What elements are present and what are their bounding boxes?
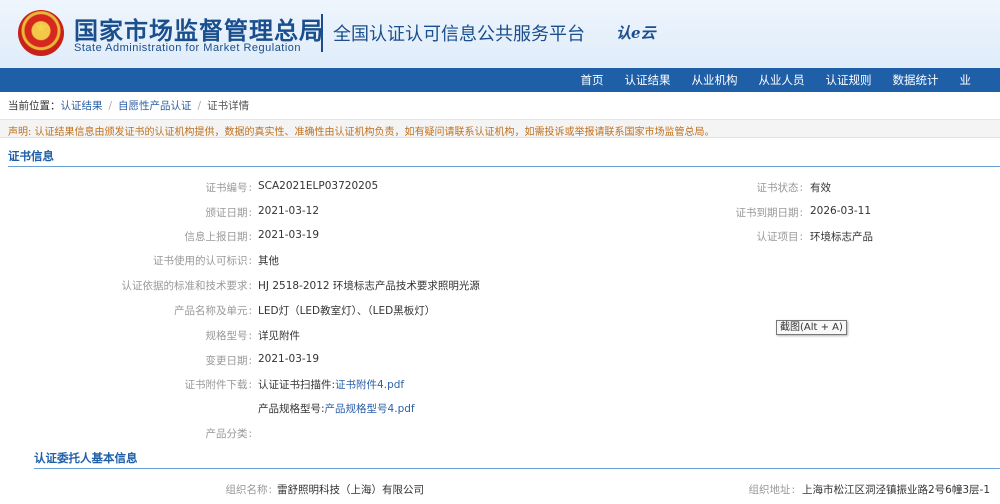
breadcrumb-separator: / xyxy=(197,100,202,112)
breadcrumb-cert-results[interactable]: 认证结果 xyxy=(61,100,103,112)
value-attachment-scan: 认证证书扫描件:证书附件4.pdf xyxy=(258,379,405,391)
screenshot-tooltip: 截图(Alt + A) xyxy=(776,320,847,335)
section-divider xyxy=(8,166,1000,167)
label-product: 产品名称及单元: xyxy=(173,305,252,317)
breadcrumb-current: 证书详情 xyxy=(207,100,250,112)
label-cert-no: 证书编号: xyxy=(205,182,252,194)
breadcrumb-prefix: 当前位置： xyxy=(8,100,61,112)
nav-home[interactable]: 首页 xyxy=(572,68,613,92)
value-change-date: 2021-03-19 xyxy=(258,353,320,365)
site-subtitle: State Administration for Market Regulati… xyxy=(74,42,302,54)
renyun-logo: 认e云 xyxy=(616,24,656,42)
label-model: 规格型号: xyxy=(205,330,252,342)
site-header: ★ 国家市场监督管理总局 State Administration for Ma… xyxy=(0,0,1000,68)
value-accreditation-mark: 其他 xyxy=(258,255,279,267)
link-cert-attachment[interactable]: 证书附件4.pdf xyxy=(335,379,404,391)
label-org-address: 组织地址: xyxy=(748,484,795,496)
value-issue-date: 2021-03-12 xyxy=(258,205,320,217)
value-org-address: 上海市松江区洞泾镇振业路2号6幢3层-1 xyxy=(802,484,991,496)
breadcrumb: 当前位置：认证结果 / 自愿性产品认证 / 证书详情 xyxy=(8,98,249,113)
site-title[interactable]: 国家市场监督管理总局 xyxy=(74,11,324,46)
section-cert-info: 证书信息 xyxy=(8,149,54,163)
nav-cert-rules[interactable]: 认证规则 xyxy=(817,68,881,92)
label-standard: 认证依据的标准和技术要求: xyxy=(121,280,252,292)
nav-institutions[interactable]: 从业机构 xyxy=(683,68,747,92)
national-emblem-icon: ★ xyxy=(18,10,64,56)
section-client-info: 认证委托人基本信息 xyxy=(34,451,138,465)
value-standard: HJ 2518-2012 环境标志产品技术要求照明光源 xyxy=(258,280,480,292)
value-report-date: 2021-03-19 xyxy=(258,229,320,241)
platform-title[interactable]: 全国认证认可信息公共服务平台 xyxy=(333,20,585,46)
disclaimer-text: 声明: 认证结果信息由颁发证书的认证机构提供，数据的真实性、准确性由认证机构负责… xyxy=(8,127,715,138)
nav-statistics[interactable]: 数据统计 xyxy=(884,68,948,92)
label-issue-date: 颁证日期: xyxy=(205,207,252,219)
value-product: LED灯（LED教室灯）、（LED黑板灯） xyxy=(258,305,436,317)
value-expire-date: 2026-03-11 xyxy=(810,205,872,217)
header-divider xyxy=(321,14,323,52)
label-report-date: 信息上报日期: xyxy=(184,231,252,243)
label-project: 认证项目: xyxy=(756,231,803,243)
link-model-attachment[interactable]: 产品规格型号4.pdf xyxy=(325,403,415,415)
disclaimer-bar: 声明: 认证结果信息由颁发证书的认证机构提供，数据的真实性、准确性由认证机构负责… xyxy=(0,119,1000,138)
nav-more[interactable]: 业 xyxy=(951,68,981,92)
label-accreditation-mark: 证书使用的认可标识: xyxy=(152,255,252,267)
value-project: 环境标志产品 xyxy=(810,231,873,243)
value-org-name: 雷舒照明科技（上海）有限公司 xyxy=(277,484,424,496)
label-change-date: 变更日期: xyxy=(205,355,252,367)
label-org-name: 组织名称: xyxy=(225,484,272,496)
breadcrumb-voluntary-cert[interactable]: 自愿性产品认证 xyxy=(118,100,192,112)
value-status: 有效 xyxy=(810,182,831,194)
star-icon: ★ xyxy=(34,20,48,36)
label-category: 产品分类: xyxy=(205,428,252,440)
value-model: 详见附件 xyxy=(258,330,300,342)
label-attachment: 证书附件下载: xyxy=(184,379,252,391)
label-status: 证书状态: xyxy=(756,182,803,194)
main-nav: 首页 认证结果 从业机构 从业人员 认证规则 数据统计 业 xyxy=(0,68,1000,92)
value-cert-no: SCA2021ELP03720205 xyxy=(258,180,379,192)
nav-cert-results[interactable]: 认证结果 xyxy=(616,68,680,92)
nav-personnel[interactable]: 从业人员 xyxy=(750,68,814,92)
label-expire-date: 证书到期日期: xyxy=(735,207,803,219)
breadcrumb-separator: / xyxy=(108,100,113,112)
section-divider xyxy=(34,468,1000,469)
value-attachment-model: 产品规格型号:产品规格型号4.pdf xyxy=(258,403,415,415)
